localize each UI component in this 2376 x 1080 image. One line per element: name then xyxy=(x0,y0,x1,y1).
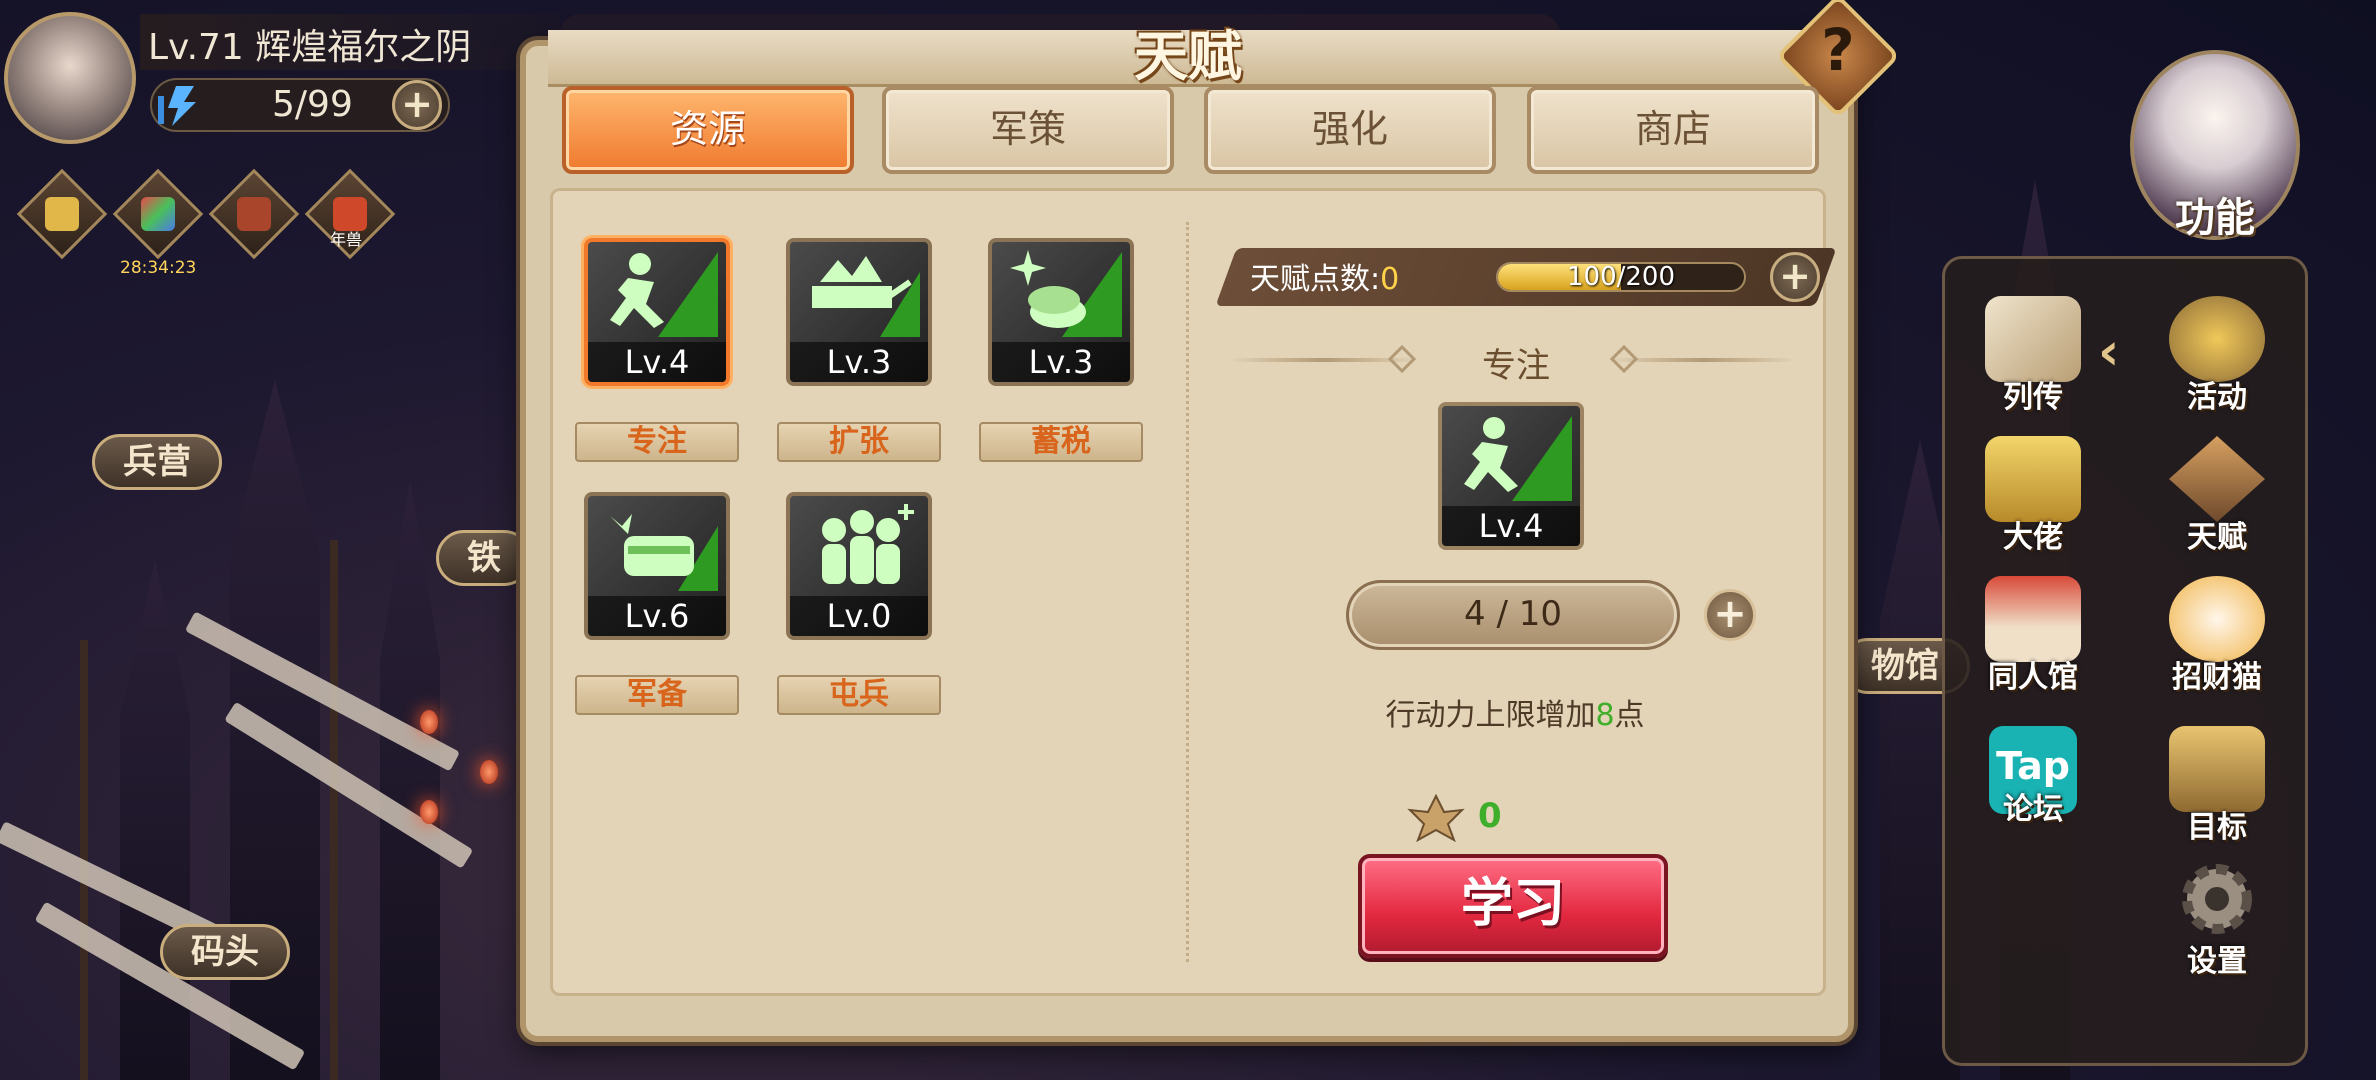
function-talent[interactable]: 天赋 xyxy=(2142,436,2292,566)
function-events[interactable]: 活动 xyxy=(2142,296,2292,426)
talent-points-label: 天赋点数:0 xyxy=(1250,254,1399,298)
talent-level: Lv.3 xyxy=(790,342,928,382)
player-level-name: Lv.71 辉煌福尔之阴 xyxy=(148,27,472,68)
talent-points-value: 0 xyxy=(1380,262,1400,297)
talent-card-expand[interactable]: Lv.3 xyxy=(786,238,932,386)
talent-card-tax[interactable]: Lv.3 xyxy=(988,238,1134,386)
talent-points-progress-text: 100/200 xyxy=(1496,262,1746,292)
title-ornament-left xyxy=(1228,358,1418,362)
progress-max: /200 xyxy=(1616,262,1676,292)
function-settings[interactable]: 设置 xyxy=(2142,856,2292,986)
talent-points-caption: 天赋点数: xyxy=(1250,262,1381,297)
talent-effect: 行动力上限增加8点 xyxy=(1300,690,1730,734)
soldiers-icon xyxy=(822,504,914,584)
function-label: 招财猫 xyxy=(2172,660,2262,695)
effect-suffix: 点 xyxy=(1614,698,1645,733)
add-level-button[interactable]: + xyxy=(1704,589,1756,641)
armor-chest-icon xyxy=(610,514,718,591)
event-icon-label: 年兽 xyxy=(330,230,363,249)
talent-name-tax: 蓄税 xyxy=(979,422,1143,462)
effect-value: 8 xyxy=(1595,698,1615,733)
function-label: 同人馆 xyxy=(1988,660,2078,695)
running-man-icon xyxy=(1464,416,1572,501)
talent-emblem-icon xyxy=(2169,436,2265,522)
tab-resources[interactable]: 资源 xyxy=(562,86,854,174)
scroll-book-icon xyxy=(1985,296,2081,382)
content-divider xyxy=(1186,222,1189,962)
function-lore[interactable]: 列传 xyxy=(1958,296,2108,426)
function-label: 论坛 xyxy=(2003,792,2063,827)
map-label-dock[interactable]: 码头 xyxy=(160,924,290,980)
lightning-icon xyxy=(158,86,196,126)
talent-level: Lv.4 xyxy=(588,342,726,382)
lucky-cat-icon xyxy=(2169,576,2265,662)
talent-cost-value: 0 xyxy=(1478,796,1502,836)
player-avatar[interactable] xyxy=(4,12,136,144)
function-fan-pavilion[interactable]: 同人馆 xyxy=(1958,576,2108,706)
progress-current: 100 xyxy=(1566,262,1617,292)
talent-name-garrison: 屯兵 xyxy=(777,675,941,715)
function-lucky-cat[interactable]: 招财猫 xyxy=(2142,576,2292,706)
learn-button[interactable]: 学习 xyxy=(1358,854,1668,958)
tab-shop[interactable]: 商店 xyxy=(1527,86,1819,174)
event-timer: 28:34:23 xyxy=(120,258,197,278)
talent-level: Lv.0 xyxy=(790,596,928,636)
tab-strategy[interactable]: 军策 xyxy=(882,86,1174,174)
ore-cart-icon xyxy=(812,256,920,337)
talent-level: Lv.6 xyxy=(588,596,726,636)
talent-level: Lv.3 xyxy=(992,342,1130,382)
dialog-title: 天赋 xyxy=(1134,24,1242,88)
function-label: 目标 xyxy=(2187,810,2247,845)
function-label: 大佬 xyxy=(2003,520,2063,555)
talent-level: Lv.4 xyxy=(1442,506,1580,546)
gear-icon xyxy=(2182,864,2252,934)
tab-enhance[interactable]: 强化 xyxy=(1204,86,1496,174)
talent-name-expand: 扩张 xyxy=(777,422,941,462)
effect-prefix: 行动力上限增加 xyxy=(1385,698,1596,733)
map-label-iron[interactable]: 铁 xyxy=(436,530,532,586)
talent-name-armament: 军备 xyxy=(575,675,739,715)
function-boss[interactable]: 大佬 xyxy=(1958,436,2108,566)
function-label: 列传 xyxy=(2003,380,2063,415)
selected-talent-name: 专注 xyxy=(1482,346,1550,386)
function-goals[interactable]: 目标 xyxy=(2142,726,2292,856)
help-icon[interactable]: ? xyxy=(1794,16,1882,84)
talent-point-icon xyxy=(1407,793,1465,842)
running-man-icon xyxy=(610,252,718,337)
function-menu-label[interactable]: 功能 xyxy=(2155,185,2275,243)
boss-crown-icon xyxy=(1985,436,2081,522)
function-label: 设置 xyxy=(2187,944,2247,979)
energy-count: 5/99 xyxy=(272,84,353,125)
selected-talent-card: Lv.4 xyxy=(1438,402,1584,550)
talent-level-progress: 4 / 10 xyxy=(1346,580,1680,650)
target-scroll-icon xyxy=(2169,726,2265,812)
function-tap-forum[interactable]: Tap 论坛 xyxy=(1958,726,2108,856)
talent-card-garrison[interactable]: Lv.0 xyxy=(786,492,932,640)
title-ornament-right xyxy=(1608,358,1798,362)
add-talent-points-button[interactable]: + xyxy=(1770,252,1820,302)
star-medal-icon xyxy=(2169,296,2265,382)
pavilion-icon xyxy=(1985,576,2081,662)
talent-name-focus: 专注 xyxy=(575,422,739,462)
talent-card-focus[interactable]: Lv.4 xyxy=(584,238,730,386)
add-energy-button[interactable]: + xyxy=(392,80,442,130)
map-label-barracks[interactable]: 兵营 xyxy=(92,434,222,490)
function-label: 活动 xyxy=(2187,380,2247,415)
talent-card-armament[interactable]: Lv.6 xyxy=(584,492,730,640)
coins-icon xyxy=(1010,250,1122,337)
